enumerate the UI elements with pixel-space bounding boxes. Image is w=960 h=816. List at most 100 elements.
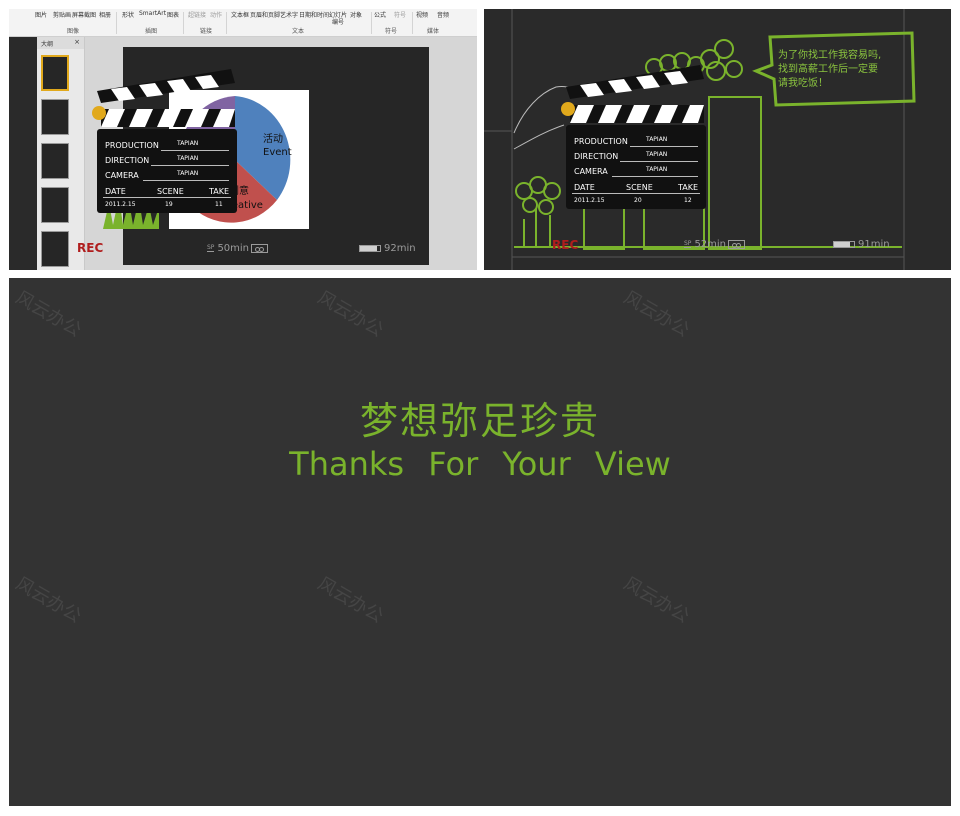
direction-label: DIRECTION (105, 156, 150, 165)
bubble-line: 请我吃饭！ (778, 78, 828, 89)
battery-level (360, 245, 377, 251)
direction-value: TAPIAN (646, 151, 668, 158)
sp-icon: SP (684, 240, 692, 248)
ribbon-group-images: 图像 (67, 28, 80, 35)
sp-icon: SP (207, 244, 215, 252)
take-label: TAKE (209, 187, 230, 196)
rec-indicator: REC (77, 241, 104, 255)
slide-edit-area: 活动 Event 创意 Creative PRODUCTION TAPIAN D… (77, 37, 477, 270)
ribbon-header-footer-button[interactable]: 页眉和页脚 (250, 10, 280, 19)
speech-bubble: 为了你找工作我容易吗, 找到高薪工作后一定要 请我吃饭！ (778, 49, 881, 91)
tape-time-remaining: 50min (217, 243, 250, 254)
ribbon-screenshot-button[interactable]: 屏幕截图 (72, 10, 96, 19)
direction-label: DIRECTION (574, 152, 619, 161)
rec-indicator: REC (552, 238, 579, 252)
ribbon-datetime-button[interactable]: 日期和时间 (299, 10, 329, 19)
production-label: PRODUCTION (574, 137, 628, 146)
scene-label: SCENE (626, 183, 653, 192)
ribbon-picture-button[interactable]: 图片 (35, 10, 47, 19)
tape-icon (251, 243, 269, 253)
production-value: TAPIAN (177, 140, 199, 147)
tape-icon (728, 239, 746, 249)
camera-label: CAMERA (574, 167, 608, 176)
ribbon-symbol-button[interactable]: 符号 (394, 10, 406, 19)
slide-title-cn: 梦想弥足珍贵 (359, 399, 600, 443)
date-label: DATE (574, 183, 595, 192)
clapper-stick-icon (92, 69, 235, 127)
ribbon-group-links: 链接 (200, 28, 213, 35)
camera-label: CAMERA (105, 171, 139, 180)
bubble-line: 找到高薪工作后一定要 (778, 64, 878, 75)
slide-screenshot-panel: 为了你找工作我容易吗, 找到高薪工作后一定要 请我吃饭！ PRODUCTION … (484, 9, 951, 270)
slide-thumbnail[interactable] (41, 55, 69, 91)
watermark: 风云办公 (11, 573, 85, 628)
ribbon-toolbar: 图片 剪贴画 屏幕截图 相册 形状 SmartArt 图表 超链接 动作 文本框… (9, 9, 477, 37)
scene-value: 20 (634, 197, 642, 204)
ribbon-textbox-button[interactable]: 文本框 (231, 10, 249, 19)
slide-canvas[interactable]: 活动 Event 创意 Creative PRODUCTION TAPIAN D… (77, 47, 429, 265)
scene-value: 19 (165, 201, 173, 208)
ribbon-shapes-button[interactable]: 形状 (122, 10, 134, 19)
camera-value: TAPIAN (646, 166, 668, 173)
watermark: 风云办公 (313, 287, 387, 342)
battery-level (834, 241, 850, 247)
battery-icon (833, 240, 855, 248)
slide-title-en: Thanks For Your View (289, 445, 671, 483)
clapperboard: PRODUCTION TAPIAN DIRECTION TAPIAN CAMER… (87, 67, 237, 217)
ribbon-chart-button[interactable]: 图表 (167, 10, 179, 19)
slide-thumbnail[interactable] (41, 231, 69, 267)
battery-time: 92min (384, 243, 416, 254)
watermark: 风云办公 (619, 573, 693, 628)
take-value: 11 (215, 201, 223, 208)
production-label: PRODUCTION (105, 141, 159, 150)
ribbon-object-button[interactable]: 对象 (350, 10, 362, 19)
slide-thumbnail[interactable] (41, 99, 69, 135)
ribbon-group-text: 文本 (292, 28, 305, 35)
tape-time-status: SP 52min (684, 239, 746, 250)
ribbon-wordart-button[interactable]: 艺术字 (280, 10, 298, 19)
watermark: 风云办公 (313, 573, 387, 628)
editor-screenshot-panel: 图片 剪贴画 屏幕截图 相册 形状 SmartArt 图表 超链接 动作 文本框… (9, 9, 477, 270)
ribbon-equation-button[interactable]: 公式 (374, 10, 386, 19)
bubble-line: 为了你找工作我容易吗, (778, 50, 882, 61)
battery-status: 92min (359, 243, 416, 254)
battery-time: 91min (858, 239, 890, 250)
tape-time-status: SP 50min (207, 243, 269, 254)
chart-label-cn-event: 活动 (263, 133, 283, 145)
slide-thumbnail[interactable] (41, 143, 69, 179)
ribbon-action-button[interactable]: 动作 (210, 10, 222, 19)
date-label: DATE (105, 187, 126, 196)
camera-value: TAPIAN (177, 170, 199, 177)
battery-status: 91min (833, 239, 890, 250)
slide-thumbnail[interactable] (41, 187, 69, 223)
outline-pane: 大纲 × (37, 37, 85, 270)
thanks-slide: 风云办公 风云办公 风云办公 风云办公 风云办公 风云办公 梦想弥足珍贵 Tha… (9, 278, 951, 806)
scene-label: SCENE (157, 187, 184, 196)
ribbon-group-media: 媒体 (427, 28, 440, 35)
clapperboard: PRODUCTION TAPIAN DIRECTION TAPIAN CAMER… (556, 63, 706, 213)
ribbon-hyperlink-button[interactable]: 超链接 (188, 10, 206, 19)
battery-icon (359, 244, 381, 252)
ribbon-audio-button[interactable]: 音频 (437, 10, 449, 19)
close-icon[interactable]: × (74, 38, 80, 46)
ribbon-group-symbols: 符号 (385, 28, 398, 35)
production-value: TAPIAN (646, 136, 668, 143)
ribbon-smartart-button[interactable]: SmartArt (139, 10, 166, 17)
outline-tab[interactable]: 大纲 × (37, 37, 84, 49)
ribbon-numbering-label: 编号 (332, 19, 345, 26)
date-value: 2011.2.15 (105, 201, 136, 208)
take-label: TAKE (678, 183, 699, 192)
ribbon-video-button[interactable]: 视频 (416, 10, 428, 19)
date-value: 2011.2.15 (574, 197, 605, 204)
ribbon-clipart-button[interactable]: 剪贴画 (53, 10, 71, 19)
take-value: 12 (684, 197, 692, 204)
watermark: 风云办公 (11, 287, 85, 342)
outline-tab-label: 大纲 (41, 41, 54, 48)
tape-time-remaining: 52min (694, 239, 727, 250)
ribbon-album-button[interactable]: 相册 (99, 10, 111, 19)
watermark: 风云办公 (619, 287, 693, 342)
ribbon-group-illustrations: 插图 (145, 28, 158, 35)
direction-value: TAPIAN (177, 155, 199, 162)
chart-label-en-event: Event (263, 147, 292, 158)
clapper-stick-icon (561, 65, 704, 123)
